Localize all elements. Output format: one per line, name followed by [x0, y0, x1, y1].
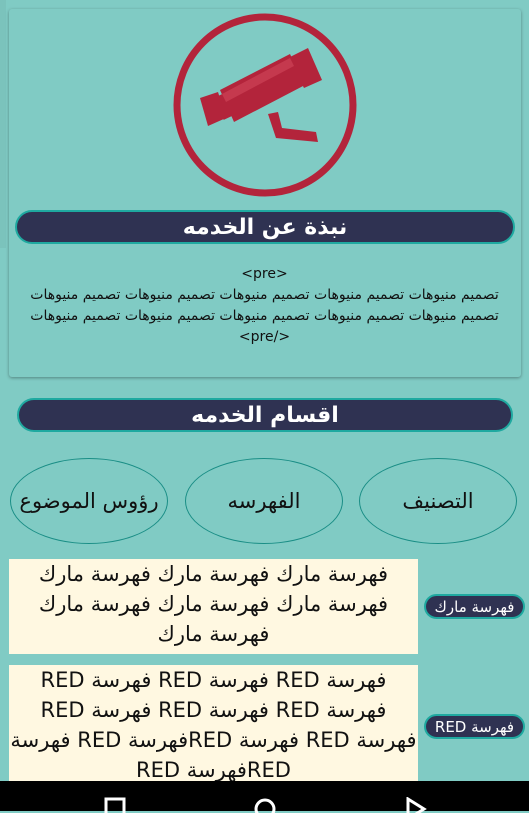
subject-headings-button[interactable]: رؤوس الموضوع: [10, 458, 168, 544]
marc-entry-text: فهرسة مارك فهرسة مارك فهرسة مارك فهرسة م…: [9, 559, 418, 654]
classification-button[interactable]: التصنيف: [359, 458, 517, 544]
about-body: تصميم منيوهات تصميم منيوهات تصميم منيوها…: [30, 287, 499, 345]
about-header: نبذة عن الخدمه: [15, 210, 515, 244]
classification-label: التصنيف: [402, 489, 474, 513]
security-camera-icon: [173, 13, 357, 197]
marc-tag-label: فهرسة مارك: [434, 597, 515, 616]
red-tag-button[interactable]: فهرسة RED: [424, 714, 525, 739]
sections-title: اقسام الخدمه: [191, 402, 339, 428]
about-text: <pre> تصميم منيوهات تصميم منيوهات تصميم …: [12, 264, 517, 348]
pre-open-tag: <pre>: [241, 266, 288, 282]
left-edge-divider: [0, 0, 6, 248]
sections-header: اقسام الخدمه: [17, 398, 513, 432]
about-title: نبذة عن الخدمه: [182, 214, 348, 240]
subject-headings-label: رؤوس الموضوع: [19, 489, 159, 513]
marc-tag-button[interactable]: فهرسة مارك: [424, 594, 525, 619]
system-nav-bar: [0, 781, 529, 813]
red-tag-label: فهرسة RED: [434, 717, 515, 736]
red-entry-text: فهرسة RED فهرسة RED فهرسة RED فهرسة RED …: [9, 665, 418, 781]
indexing-label: الفهرسه: [227, 489, 301, 513]
indexing-button[interactable]: الفهرسه: [185, 458, 343, 544]
